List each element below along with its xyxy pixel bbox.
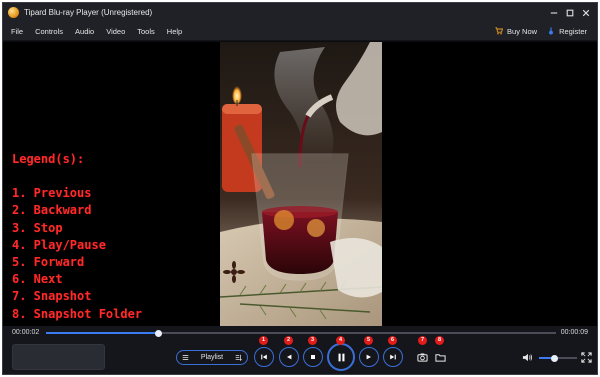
playlist-button[interactable]: Playlist: [176, 350, 248, 365]
cart-icon: [495, 27, 504, 35]
menu-video[interactable]: Video: [100, 27, 131, 36]
menu-controls[interactable]: Controls: [29, 27, 69, 36]
playlist-label: Playlist: [200, 354, 224, 361]
seek-bar-fill: [46, 332, 159, 334]
badge-3: 3: [308, 336, 317, 345]
thumbnail-preview: [12, 344, 105, 370]
title-bar: Tipard Blu-ray Player (Unregistered): [3, 3, 597, 22]
total-time: 00:00:09: [560, 329, 588, 336]
control-bar: Playlist 1 2 3 4 5 6 7 8: [3, 336, 597, 374]
list-icon: [182, 354, 189, 361]
legend-item-snapshot: 7. Snapshot: [12, 289, 92, 304]
forward-icon: [366, 354, 371, 360]
current-time: 00:00:02: [12, 329, 40, 336]
previous-icon: [261, 354, 267, 360]
volume-button[interactable]: [521, 351, 534, 364]
legend-item-backward: 2. Backward: [12, 203, 92, 218]
volume-slider-handle[interactable]: [551, 354, 559, 362]
fullscreen-icon: [580, 351, 592, 363]
app-logo-icon: [8, 7, 19, 18]
menu-file[interactable]: File: [3, 27, 29, 36]
badge-6: 6: [388, 336, 397, 345]
seek-bar[interactable]: [46, 329, 556, 337]
legend-item-forward: 5. Forward: [12, 255, 85, 270]
badge-1: 1: [259, 336, 268, 345]
minimize-button[interactable]: [546, 3, 562, 22]
backward-icon: [287, 354, 292, 360]
video-frame-image: [220, 42, 382, 326]
maximize-icon: [566, 9, 574, 16]
buy-now-label: Buy Now: [507, 26, 538, 36]
menu-audio[interactable]: Audio: [69, 27, 100, 36]
register-button[interactable]: Register: [547, 27, 587, 36]
legend-title: Legend(s):: [12, 152, 85, 166]
legend-item-play-pause: 4. Play/Pause: [12, 237, 106, 252]
legend-overlay: Legend(s): 1. Previous 2. Backward 3. St…: [12, 151, 142, 323]
badge-7: 7: [418, 336, 427, 345]
forward-button[interactable]: [359, 347, 379, 367]
legend-item-stop: 3. Stop: [12, 220, 63, 235]
previous-button[interactable]: [254, 347, 274, 367]
seek-bar-handle[interactable]: [154, 329, 162, 337]
close-icon: [582, 9, 590, 16]
badge-5: 5: [364, 336, 373, 345]
snapshot-button[interactable]: [415, 351, 429, 364]
volume-slider[interactable]: [539, 354, 577, 362]
maximize-button[interactable]: [562, 3, 578, 22]
close-button[interactable]: [578, 3, 594, 22]
stop-button[interactable]: [303, 347, 323, 367]
register-label: Register: [559, 26, 587, 36]
menu-tools[interactable]: Tools: [131, 27, 161, 36]
badge-4: 4: [336, 336, 345, 345]
pause-icon: [338, 353, 344, 361]
player-window: Tipard Blu-ray Player (Unregistered) Fil…: [2, 2, 598, 375]
badge-8: 8: [435, 336, 444, 345]
buy-now-button[interactable]: Buy Now: [495, 27, 537, 36]
snapshot-folder-button[interactable]: [433, 351, 447, 364]
backward-button[interactable]: [279, 347, 299, 367]
key-icon: [549, 27, 553, 35]
menu-help[interactable]: Help: [161, 27, 188, 36]
menu-bar: File Controls Audio Video Tools Help Buy…: [3, 22, 597, 41]
badge-2: 2: [284, 336, 293, 345]
legend-item-snapshot-folder: 8. Snapshot Folder: [12, 306, 143, 321]
speaker-icon: [522, 353, 533, 362]
next-icon: [390, 354, 396, 360]
video-still-mulled-wine: [220, 42, 382, 326]
video-display[interactable]: Legend(s): 1. Previous 2. Backward 3. St…: [3, 42, 597, 326]
play-pause-button[interactable]: [327, 343, 355, 371]
legend-item-next: 6. Next: [12, 272, 63, 287]
list-order-icon: [235, 354, 242, 361]
folder-icon: [434, 354, 446, 362]
progress-row: 00:00:02 00:00:09: [3, 326, 597, 340]
fullscreen-button[interactable]: [580, 351, 592, 363]
stop-icon: [311, 355, 315, 359]
legend-item-previous: 1. Previous: [12, 186, 92, 201]
camera-icon: [416, 353, 428, 362]
minimize-icon: [550, 11, 558, 14]
next-button[interactable]: [383, 347, 403, 367]
window-title: Tipard Blu-ray Player (Unregistered): [24, 8, 153, 17]
